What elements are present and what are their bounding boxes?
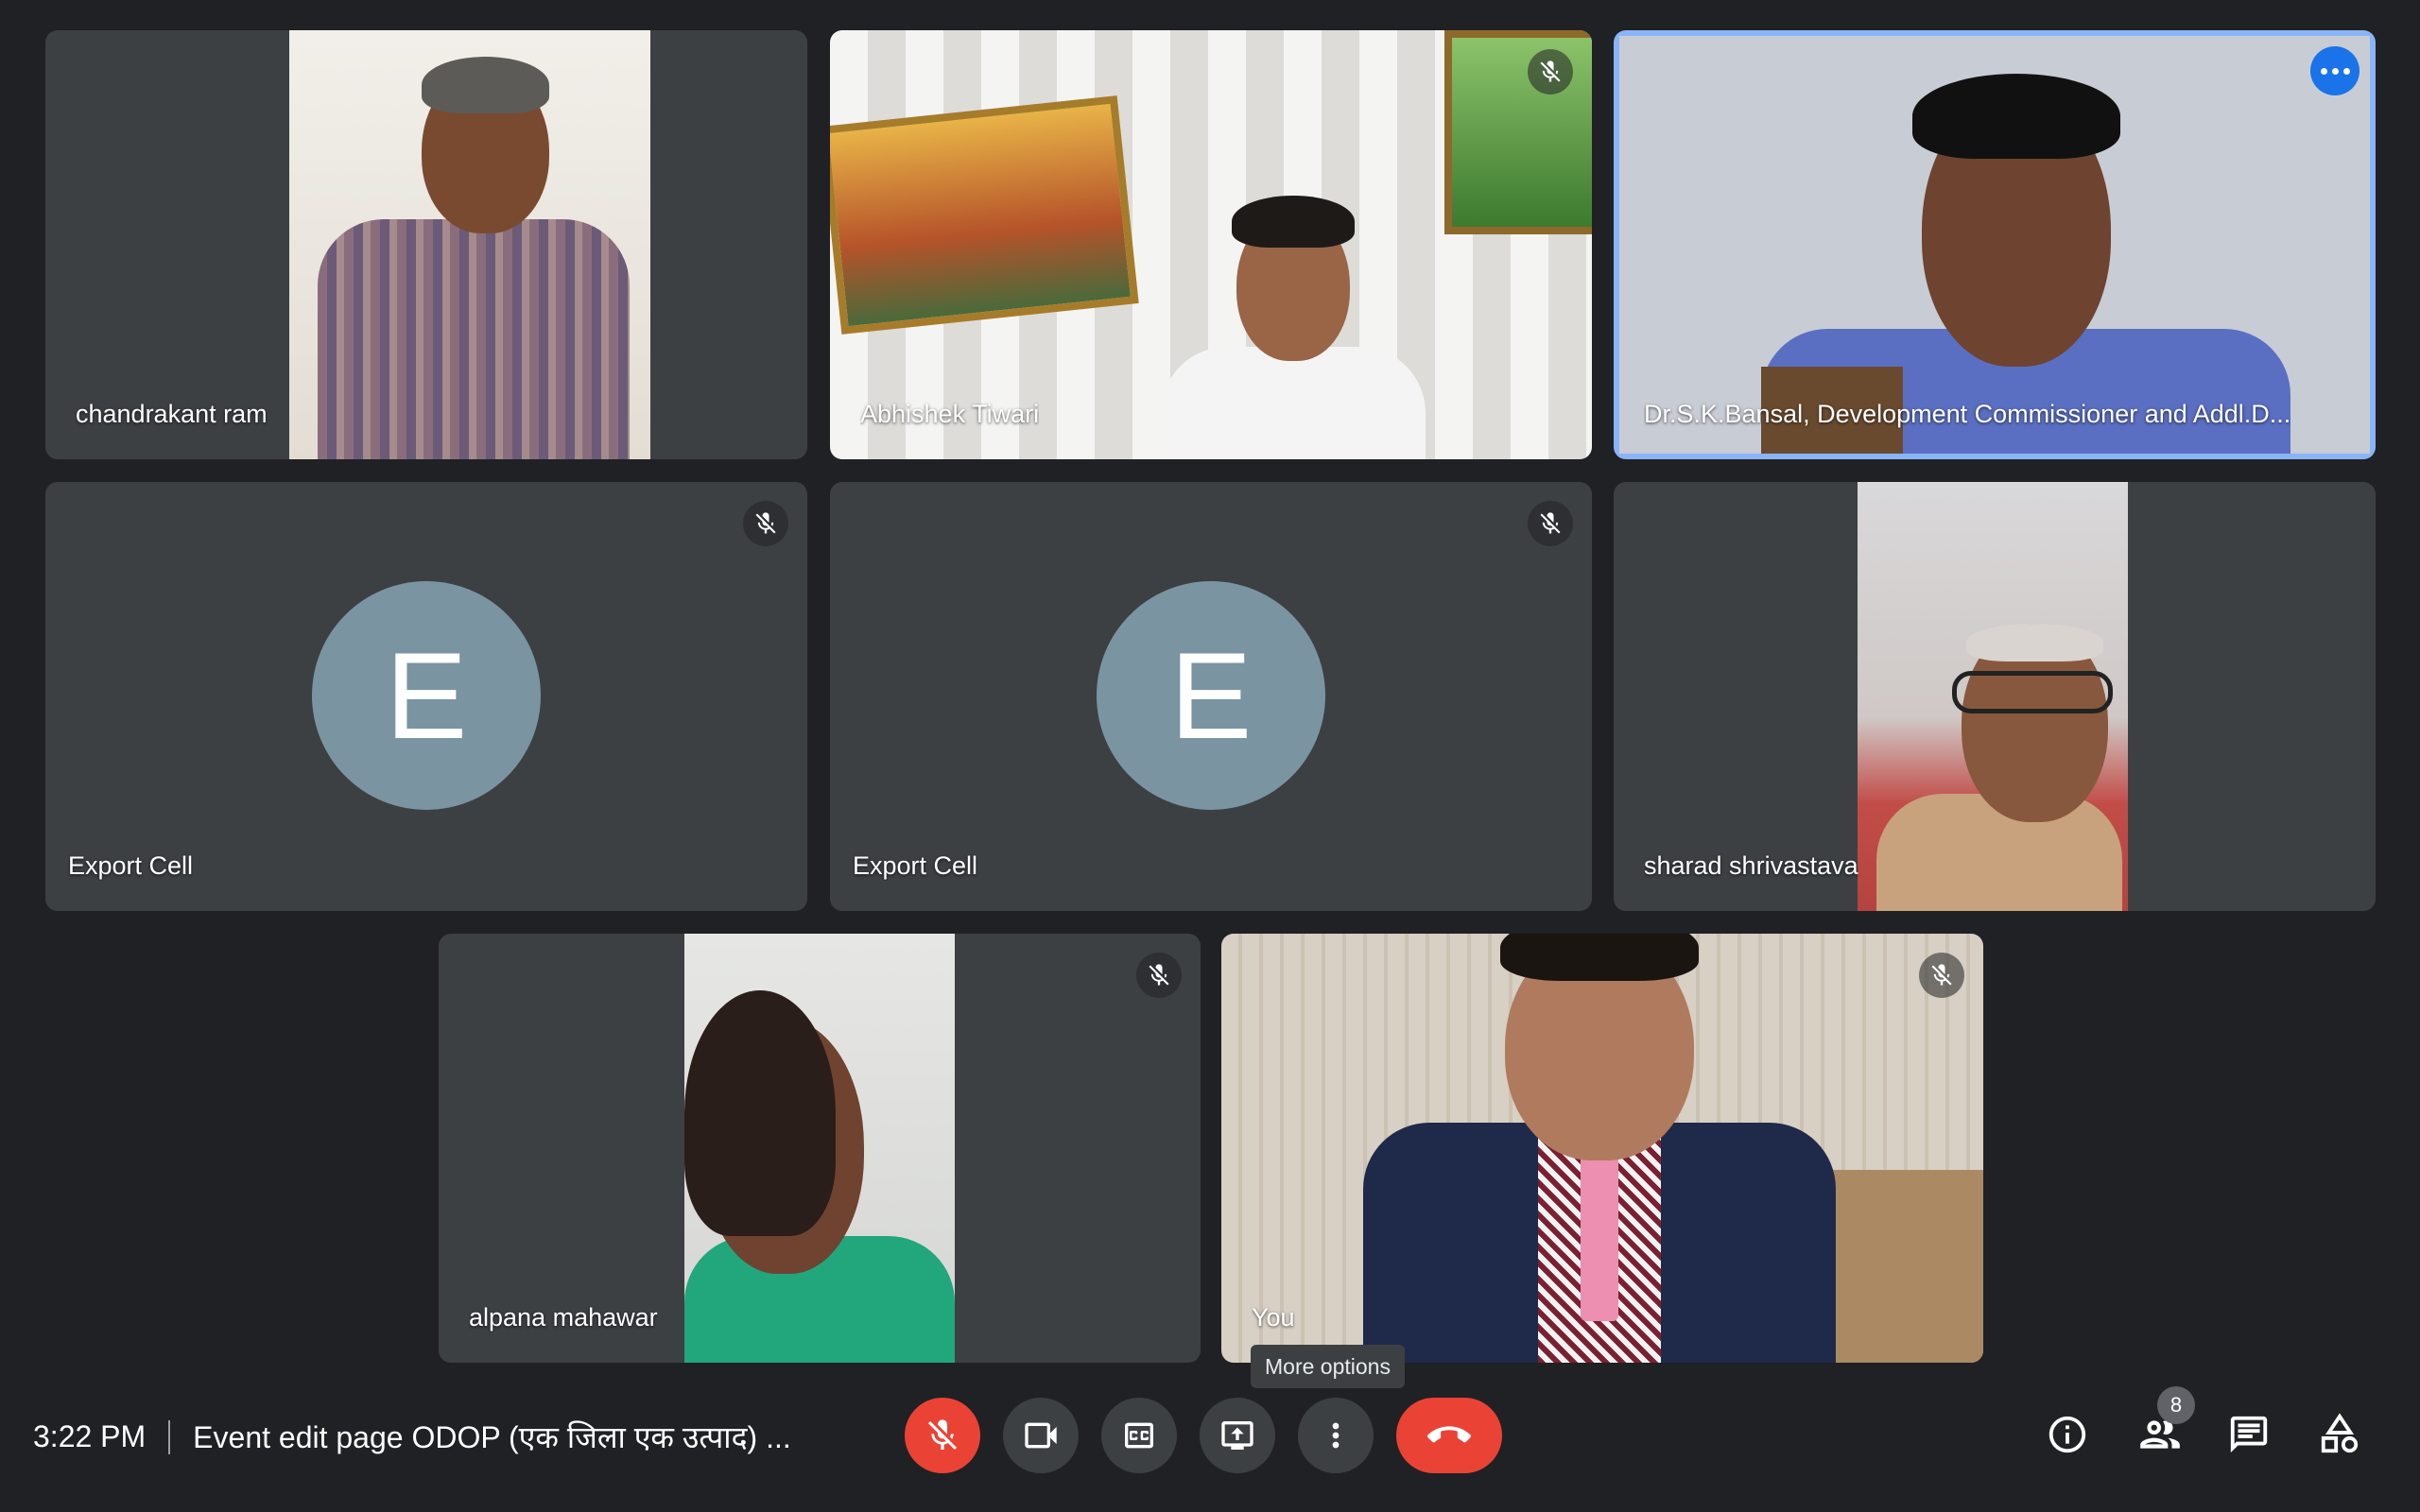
- participant-tile-self[interactable]: You: [1221, 934, 1983, 1363]
- info-icon: [2048, 1416, 2086, 1453]
- more-options-button[interactable]: [1298, 1398, 1374, 1473]
- participant-name: Export Cell: [853, 851, 978, 880]
- participant-avatar: E: [312, 581, 541, 810]
- chat-icon: [2230, 1416, 2268, 1453]
- chat-button[interactable]: [2216, 1401, 2282, 1468]
- mic-muted-indicator: [1919, 953, 1964, 998]
- leave-call-button[interactable]: [1396, 1398, 1502, 1473]
- bottom-control-bar: 3:22 PM Event edit page ODOP (एक जिला एक…: [0, 1375, 2420, 1512]
- participant-name: Dr.S.K.Bansal, Development Commissioner …: [1644, 400, 2291, 428]
- more-vert-icon: [1332, 1422, 1340, 1449]
- participant-avatar: E: [1097, 581, 1325, 810]
- participant-video: [1858, 482, 2128, 911]
- participant-name: alpana mahawar: [469, 1303, 658, 1332]
- toggle-camera-button[interactable]: [1003, 1398, 1079, 1473]
- participant-video: [1619, 36, 2370, 454]
- camera-icon: [1025, 1422, 1057, 1449]
- mic-off-icon: [1931, 964, 1952, 986]
- call-end-icon: [1427, 1426, 1471, 1443]
- mic-off-icon: [1540, 512, 1561, 534]
- mic-off-icon: [1149, 964, 1169, 986]
- participant-options-button[interactable]: [2310, 46, 2360, 95]
- mic-muted-indicator: [743, 501, 788, 546]
- participant-video: [684, 934, 955, 1363]
- participant-name: You: [1252, 1303, 1295, 1332]
- captions-button[interactable]: [1101, 1398, 1177, 1473]
- participant-video: [1221, 934, 1983, 1363]
- mic-off-icon: [755, 512, 776, 534]
- participant-tile-active-speaker[interactable]: Dr.S.K.Bansal, Development Commissioner …: [1614, 30, 2376, 459]
- mic-muted-indicator: [1528, 501, 1573, 546]
- participant-video: [830, 30, 1592, 459]
- participant-name: sharad shrivastava: [1644, 851, 1858, 880]
- mic-off-icon: [1540, 60, 1561, 82]
- participant-name: Abhishek Tiwari: [860, 400, 1040, 428]
- participant-video: [289, 30, 650, 459]
- activities-button[interactable]: [2307, 1401, 2373, 1468]
- participant-tile[interactable]: alpana mahawar: [439, 934, 1201, 1363]
- participant-tile[interactable]: E Export Cell: [45, 482, 807, 911]
- meeting-details: 3:22 PM Event edit page ODOP (एक जिला एक…: [33, 1417, 791, 1457]
- present-now-button[interactable]: [1200, 1398, 1275, 1473]
- meeting-details-button[interactable]: [2034, 1401, 2100, 1468]
- meet-stage: chandrakant ram Abhishek Tiwari Dr.S.K.B…: [0, 0, 2420, 1512]
- meeting-title[interactable]: Event edit page ODOP (एक जिला एक उत्पाद)…: [193, 1417, 791, 1457]
- participant-tile[interactable]: chandrakant ram: [45, 30, 807, 459]
- participant-name: chandrakant ram: [76, 400, 268, 428]
- activities-icon: [2321, 1413, 2359, 1453]
- meeting-time: 3:22 PM: [33, 1419, 147, 1453]
- mic-muted-indicator: [1528, 49, 1573, 94]
- participant-tile[interactable]: Abhishek Tiwari: [830, 30, 1592, 459]
- divider: [168, 1419, 171, 1454]
- mic-muted-indicator: [1136, 953, 1182, 998]
- mic-off-icon: [928, 1419, 957, 1450]
- toggle-microphone-button[interactable]: [905, 1398, 980, 1473]
- participant-tile[interactable]: E Export Cell: [830, 482, 1592, 911]
- present-screen-icon: [1221, 1421, 1253, 1450]
- captions-icon: [1125, 1422, 1153, 1449]
- participant-tile[interactable]: sharad shrivastava: [1614, 482, 2376, 911]
- show-everyone-button[interactable]: 8: [2127, 1386, 2195, 1468]
- participant-count-badge: 8: [2157, 1386, 2195, 1424]
- participant-name: Export Cell: [68, 851, 194, 880]
